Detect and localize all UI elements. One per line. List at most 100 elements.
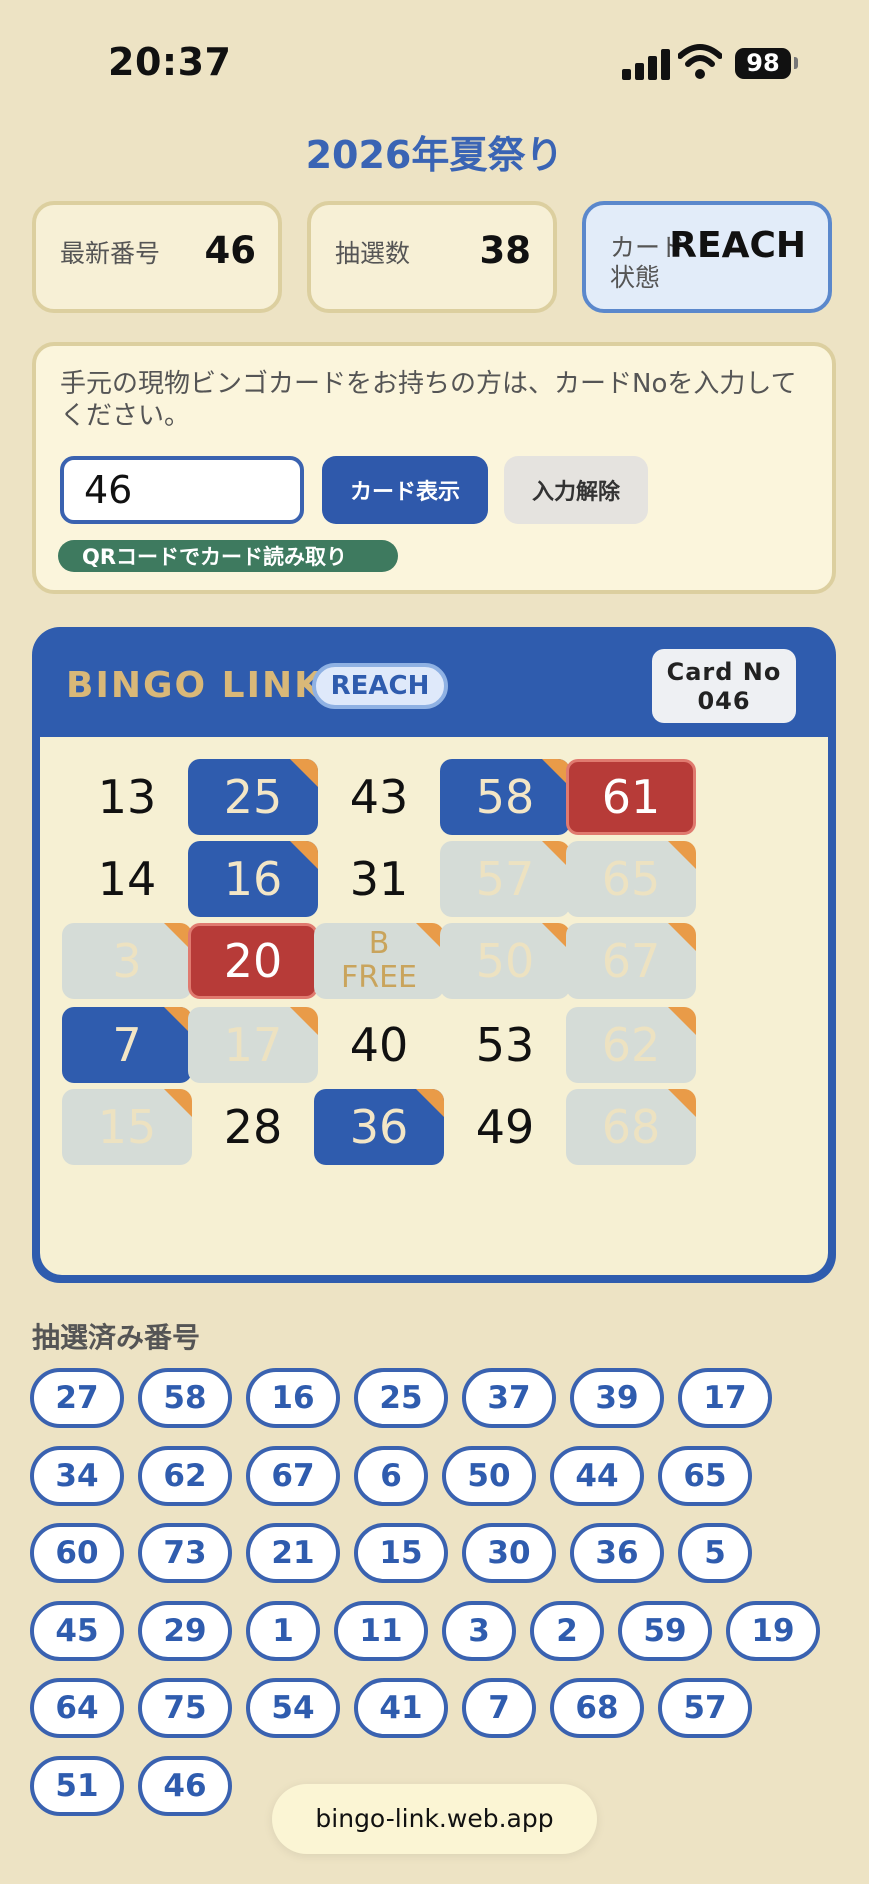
bingo-cell[interactable]: 62 (566, 1007, 696, 1083)
drawn-number-chip: 64 (30, 1678, 124, 1738)
bingo-cell-number: 20 (223, 934, 283, 988)
drawn-number-chip: 41 (354, 1678, 448, 1738)
drawn-number-chip: 5 (678, 1523, 752, 1583)
drawn-number-chip: 16 (246, 1368, 340, 1428)
drawn-numbers-title: 抽選済み番号 (32, 1321, 201, 1354)
bingo-cell[interactable]: 16 (188, 841, 318, 917)
drawn-number-chip: 36 (570, 1523, 664, 1583)
battery-icon: 98 (735, 48, 791, 79)
bingo-cell[interactable]: 7 (62, 1007, 192, 1083)
drawn-number-chip: 75 (138, 1678, 232, 1738)
bingo-cell[interactable]: 53 (440, 1007, 570, 1083)
drawn-number-chip: 39 (570, 1368, 664, 1428)
bingo-cell[interactable]: 58 (440, 759, 570, 835)
drawn-number-chip: 11 (334, 1600, 428, 1661)
drawn-number-chip: 50 (442, 1445, 536, 1506)
bingo-cell[interactable]: 40 (314, 1007, 444, 1083)
drawn-number-chip: 54 (246, 1678, 340, 1738)
bingo-cell[interactable]: 67 (566, 923, 696, 999)
wifi-icon (678, 44, 722, 79)
marked-corner-icon (668, 841, 696, 869)
bingo-cell[interactable]: 15 (62, 1089, 192, 1165)
bingo-cell-number: 25 (223, 770, 283, 824)
bingo-cell[interactable]: 68 (566, 1089, 696, 1165)
bingo-cell[interactable]: 36 (314, 1089, 444, 1165)
bingo-cell-number: 65 (601, 852, 661, 906)
card-no-value: 046 (697, 687, 751, 715)
marked-corner-icon (668, 1007, 696, 1035)
bingo-cell-number: 36 (349, 1100, 409, 1154)
bingo-cell[interactable]: 49 (440, 1089, 570, 1165)
drawn-number-chip: 34 (30, 1445, 124, 1506)
bingo-cell-number: 7 (112, 1018, 142, 1072)
bingo-cell[interactable]: 28 (188, 1089, 318, 1165)
card-number-input[interactable] (60, 456, 304, 524)
bingo-cell[interactable]: 61 (566, 759, 696, 835)
bingo-card: BINGO LINK REACH Card No 046 13 25 43 58 61 1… (32, 627, 836, 1283)
bingo-cell[interactable]: 31 (314, 841, 444, 917)
card-no-label: Card No (666, 658, 782, 686)
marked-corner-icon (668, 1089, 696, 1117)
bingo-cell-number: 58 (475, 770, 535, 824)
bingo-cell-number: 31 (349, 852, 409, 906)
stat-label: 最新番号 (60, 239, 161, 268)
drawn-number-chip: 67 (246, 1445, 340, 1506)
bingo-cell[interactable]: 14 (62, 841, 192, 917)
bingo-cell-number: 13 (97, 770, 157, 824)
bingo-cell-number: 43 (349, 770, 409, 824)
bingo-cell[interactable]: 50 (440, 923, 570, 999)
drawn-number-chip: 1 (246, 1600, 320, 1661)
drawn-number-chip: 7 (462, 1678, 536, 1738)
drawn-number-chip: 2 (530, 1600, 604, 1661)
bingo-cell[interactable]: 57 (440, 841, 570, 917)
clear-input-button[interactable]: 入力解除 (504, 456, 648, 524)
bingo-cell[interactable]: 65 (566, 841, 696, 917)
drawn-number-chip: 37 (462, 1368, 556, 1428)
bingo-cell-number: 61 (601, 770, 661, 824)
brand-logo: BINGO LINK (66, 665, 325, 706)
status-bar: 20:37 98 (0, 0, 869, 120)
bingo-cell-number: 53 (475, 1018, 535, 1072)
drawn-number-chip: 21 (246, 1523, 340, 1583)
stat-value: REACH (669, 225, 806, 266)
drawn-number-chip: 68 (550, 1678, 644, 1738)
drawn-number-chip: 27 (30, 1368, 124, 1428)
bingo-cell[interactable]: 3 (62, 923, 192, 999)
reach-badge: REACH (312, 663, 448, 709)
bingo-cell-number: 62 (601, 1018, 661, 1072)
drawn-number-chip: 60 (30, 1523, 124, 1583)
bingo-cell[interactable]: 43 (314, 759, 444, 835)
drawn-number-chip: 51 (30, 1755, 124, 1816)
bingo-cell[interactable]: B FREE (314, 923, 444, 999)
bingo-cell-number: 28 (223, 1100, 283, 1154)
drawn-number-chip: 59 (618, 1600, 712, 1661)
stat-label: 抽選数 (335, 239, 411, 268)
drawn-number-chip: 6 (354, 1445, 428, 1506)
bingo-cell-number: 67 (601, 934, 661, 988)
drawn-number-chip: 65 (658, 1445, 752, 1506)
battery-cap (794, 57, 798, 69)
clock: 20:37 (108, 40, 232, 84)
drawn-number-chip: 45 (30, 1600, 124, 1661)
bingo-cell[interactable]: 25 (188, 759, 318, 835)
drawn-number-chip: 46 (138, 1755, 232, 1816)
drawn-number-chip: 17 (678, 1368, 772, 1428)
stat-value: 46 (204, 229, 257, 272)
drawn-number-chip: 3 (442, 1600, 516, 1661)
stat-value: 38 (479, 229, 532, 272)
bingo-cell-number: 17 (223, 1018, 283, 1072)
drawn-number-chip: 44 (550, 1445, 644, 1506)
bingo-cell[interactable]: 17 (188, 1007, 318, 1083)
bingo-grid: 13 25 43 58 61 14 16 31 57 65 3 20 B FREE 50 67 7 17 40 53… (40, 737, 828, 1275)
entry-notice: 手元の現物ビンゴカードをお持ちの方は、カードNoを入力してください。 (60, 369, 797, 431)
bingo-cell[interactable]: 20 (188, 923, 318, 999)
drawn-number-chip: 73 (138, 1523, 232, 1583)
bingo-cell-number: 57 (475, 852, 535, 906)
card-entry-panel: 手元の現物ビンゴカードをお持ちの方は、カードNoを入力してください。 カード表示… (32, 342, 836, 594)
url-bar[interactable]: bingo-link.web.app (272, 1784, 597, 1854)
show-card-button[interactable]: カード表示 (322, 456, 488, 524)
marked-corner-icon (668, 923, 696, 951)
drawn-number-chip: 19 (726, 1600, 820, 1661)
bingo-cell[interactable]: 13 (62, 759, 192, 835)
qr-scan-button[interactable]: QRコードでカード読み取り (58, 540, 398, 572)
